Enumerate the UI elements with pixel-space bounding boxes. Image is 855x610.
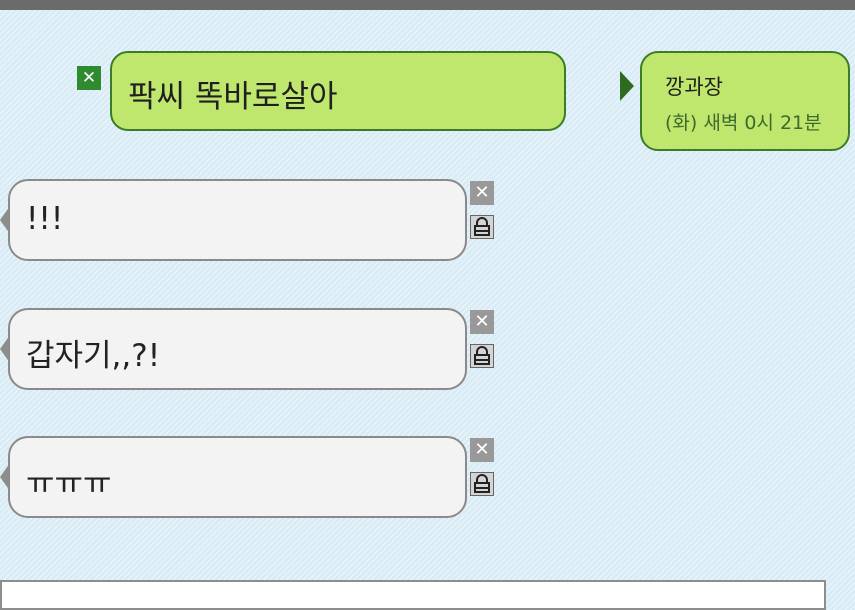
comment-text: !!! bbox=[26, 201, 64, 237]
lock-icon[interactable] bbox=[470, 472, 494, 496]
comment-bubble: !!! bbox=[8, 179, 467, 261]
author-arrow-icon bbox=[620, 71, 634, 101]
lock-icon[interactable] bbox=[470, 344, 494, 368]
comment-text: 갑자기,,?! bbox=[26, 338, 161, 374]
comment-text: ㅠㅠㅠ bbox=[26, 466, 112, 502]
post-delete-icon[interactable]: ✕ bbox=[77, 66, 101, 90]
comment-delete-icon[interactable]: ✕ bbox=[470, 438, 494, 462]
comment-delete-icon[interactable]: ✕ bbox=[470, 310, 494, 334]
lock-icon[interactable] bbox=[470, 215, 494, 239]
post-message: 팍씨 똑바로살아 bbox=[110, 51, 566, 131]
post-timestamp: (화) 새벽 0시 21분 bbox=[665, 112, 822, 134]
author-name[interactable]: 깡과장 bbox=[665, 71, 848, 101]
comment-input[interactable] bbox=[0, 580, 826, 610]
author-card[interactable]: 깡과장 (화) 새벽 0시 21분 bbox=[640, 51, 850, 151]
comment-item: 갑자기,,?! ✕ bbox=[0, 308, 500, 398]
comment-bubble: 갑자기,,?! bbox=[8, 308, 467, 390]
comment-item: !!! ✕ bbox=[0, 179, 500, 269]
comment-delete-icon[interactable]: ✕ bbox=[470, 181, 494, 205]
post-text: 팍씨 똑바로살아 bbox=[128, 79, 338, 115]
top-bar bbox=[0, 0, 855, 10]
comment-bubble: ㅠㅠㅠ bbox=[8, 436, 467, 518]
comment-item: ㅠㅠㅠ ✕ bbox=[0, 436, 500, 526]
